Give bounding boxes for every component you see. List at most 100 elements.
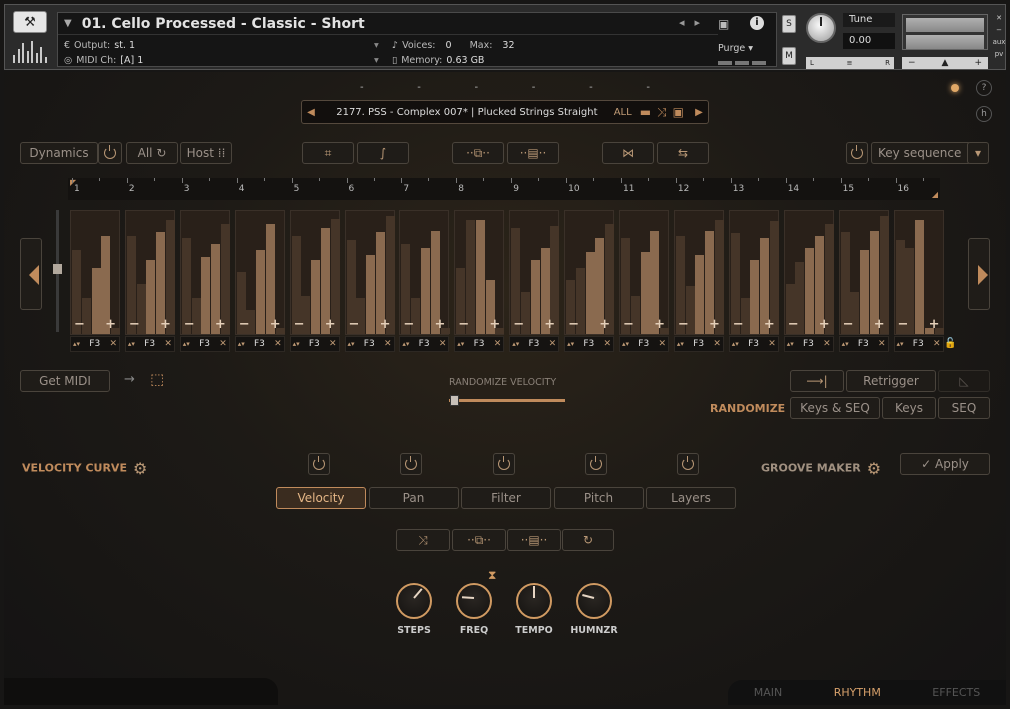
pv-button[interactable]: pv — [992, 48, 1005, 60]
preset-next-arrow-icon[interactable]: ▶ — [690, 107, 708, 118]
preset-slot-dash[interactable]: - — [475, 82, 479, 93]
tab-pitch[interactable]: Pitch — [553, 487, 644, 509]
step-plus-button[interactable]: + — [764, 317, 775, 332]
tab-layers[interactable]: Layers — [646, 487, 736, 509]
step-plus-button[interactable]: + — [105, 317, 116, 332]
note-up-down-icon[interactable]: ▴▾ — [238, 340, 245, 348]
step-plus-button[interactable]: + — [325, 317, 336, 332]
randomize-seq-button[interactable]: SEQ — [938, 397, 990, 419]
global-velocity-slider[interactable] — [53, 210, 62, 332]
purge-menu[interactable]: Purge ▾ — [718, 43, 753, 54]
step-clear-icon[interactable]: ✕ — [109, 339, 117, 349]
host-sync-button[interactable]: Host ⁞⁞ — [180, 142, 232, 164]
note-up-down-icon[interactable]: ▴▾ — [128, 340, 135, 348]
knob-steps[interactable] — [396, 583, 432, 619]
lane-power-button[interactable] — [308, 453, 330, 475]
preset-shuffle-icon[interactable]: ⤨ — [657, 105, 667, 120]
step-clear-icon[interactable]: ✕ — [274, 339, 282, 349]
step-minus-button[interactable]: − — [403, 317, 414, 332]
tab-velocity[interactable]: Velocity — [276, 487, 366, 509]
max-value[interactable]: 32 — [502, 40, 514, 51]
note-up-down-icon[interactable]: ▴▾ — [787, 340, 794, 348]
step-plus-button[interactable]: + — [544, 317, 555, 332]
step-clear-icon[interactable]: ✕ — [329, 339, 337, 349]
note-up-down-icon[interactable]: ▴▾ — [677, 340, 684, 348]
step-note-selector[interactable]: ▴▾ F3 ✕ — [179, 336, 230, 352]
note-up-down-icon[interactable]: ▴▾ — [512, 340, 519, 348]
sequencer-step[interactable]: − + — [619, 210, 670, 335]
step-minus-button[interactable]: − — [349, 317, 360, 332]
copy-button[interactable]: ··⧉·· — [452, 142, 504, 164]
step-minus-button[interactable]: − — [788, 317, 799, 332]
volume-handle[interactable]: ▲ — [942, 57, 949, 69]
snapshot-camera-icon[interactable]: ▣ — [718, 17, 740, 31]
note-up-down-icon[interactable]: ▴▾ — [732, 340, 739, 348]
step-clear-icon[interactable]: ✕ — [494, 339, 502, 349]
step-plus-button[interactable]: + — [819, 317, 830, 332]
lock-icon[interactable]: 🔓 — [944, 338, 956, 349]
step-clear-icon[interactable]: ✕ — [164, 339, 172, 349]
step-clear-icon[interactable]: ✕ — [384, 339, 392, 349]
step-minus-button[interactable]: − — [623, 317, 634, 332]
preset-slot-dash[interactable]: - — [589, 82, 593, 93]
reverse-button[interactable]: ⇆ — [657, 142, 709, 164]
sequencer-step[interactable]: − + — [893, 210, 944, 335]
key-sequence-dropdown-arrow-icon[interactable]: ▾ — [967, 142, 989, 164]
step-note-selector[interactable]: ▴▾ F3 ✕ — [564, 336, 615, 352]
step-plus-button[interactable]: + — [709, 317, 720, 332]
output-selector[interactable]: € Output: st. 1 — [64, 40, 135, 51]
step-minus-button[interactable]: − — [843, 317, 854, 332]
step-clear-icon[interactable]: ✕ — [658, 339, 666, 349]
tune-knob[interactable] — [806, 13, 836, 43]
sequencer-step[interactable]: − + — [289, 210, 340, 335]
step-plus-button[interactable]: + — [434, 317, 445, 332]
step-plus-button[interactable]: + — [874, 317, 885, 332]
step-note-selector[interactable]: ▴▾ F3 ✕ — [124, 336, 175, 352]
sequencer-step[interactable]: − + — [344, 210, 395, 335]
aux-button[interactable]: aux — [992, 36, 1005, 48]
randomize-keys-button[interactable]: Keys — [882, 397, 936, 419]
note-up-down-icon[interactable]: ▴▾ — [402, 340, 409, 348]
mute-button[interactable]: M — [782, 47, 796, 65]
note-up-down-icon[interactable]: ▴▾ — [567, 340, 574, 348]
knob-freq[interactable] — [456, 583, 492, 619]
preset-slot-dash[interactable]: - — [417, 82, 421, 93]
page-tab-main[interactable]: MAIN — [754, 686, 783, 699]
step-clear-icon[interactable]: ✕ — [219, 339, 227, 349]
output-dropdown-icon[interactable]: ▾ — [374, 40, 379, 51]
h-icon[interactable]: h — [976, 106, 992, 122]
lane-power-button[interactable] — [585, 453, 607, 475]
sequencer-step[interactable]: − + — [70, 210, 121, 335]
paste-button[interactable]: ··▤·· — [507, 142, 559, 164]
key-sequence-power-button[interactable] — [846, 142, 868, 164]
all-reset-button[interactable]: All ↻ — [126, 142, 178, 164]
note-up-down-icon[interactable]: ▴▾ — [622, 340, 629, 348]
note-up-down-icon[interactable]: ▴▾ — [293, 340, 300, 348]
sequencer-step[interactable]: − + — [783, 210, 834, 335]
step-clear-icon[interactable]: ✕ — [768, 339, 776, 349]
step-minus-button[interactable]: − — [184, 317, 195, 332]
step-note-selector[interactable]: ▴▾ F3 ✕ — [893, 336, 944, 352]
preset-name-display[interactable]: 2177. PSS - Complex 007* | Plucked Strin… — [320, 107, 614, 118]
sequencer-step[interactable]: − + — [838, 210, 889, 335]
step-plus-button[interactable]: + — [654, 317, 665, 332]
note-up-down-icon[interactable]: ▴▾ — [348, 340, 355, 348]
sequencer-step[interactable]: − + — [564, 210, 615, 335]
dynamics-power-button[interactable] — [98, 142, 122, 164]
step-minus-button[interactable]: − — [294, 317, 305, 332]
apply-button[interactable]: ✓ Apply — [900, 453, 990, 475]
note-up-down-icon[interactable]: ▴▾ — [897, 340, 904, 348]
step-minus-button[interactable]: − — [678, 317, 689, 332]
midi-channel-selector[interactable]: ◎ MIDI Ch: [A] 1 — [64, 55, 143, 66]
randomize-velocity-slider[interactable] — [449, 395, 565, 406]
step-note-selector[interactable]: ▴▾ F3 ✕ — [289, 336, 340, 352]
gear-icon[interactable]: ⚙ — [867, 459, 881, 478]
minimize-icon[interactable]: − — [992, 24, 1005, 36]
gear-icon[interactable]: ⚙ — [133, 459, 147, 478]
sequencer-step[interactable]: − + — [509, 210, 560, 335]
step-note-selector[interactable]: ▴▾ F3 ✕ — [454, 336, 505, 352]
step-clear-icon[interactable]: ✕ — [604, 339, 612, 349]
note-up-down-icon[interactable]: ▴▾ — [73, 340, 80, 348]
crop-button[interactable]: ⌗ — [302, 142, 354, 164]
step-minus-button[interactable]: − — [74, 317, 85, 332]
